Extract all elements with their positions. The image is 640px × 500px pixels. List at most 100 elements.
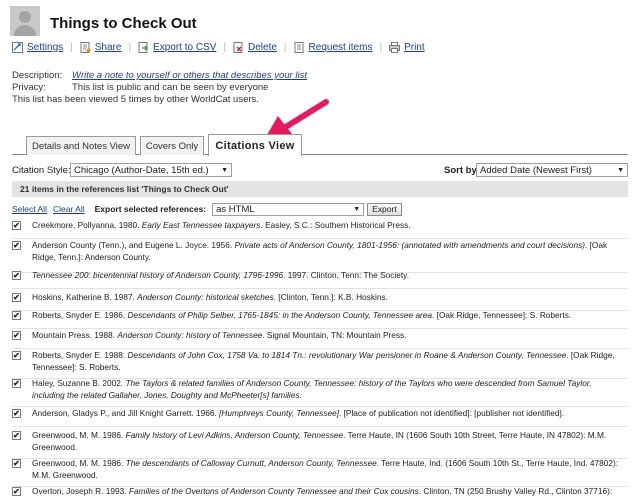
citation-title: Descendants of John Cox, 1758 Va. to 181… [127, 350, 567, 360]
citation-checkbox[interactable]: ✔ [12, 487, 21, 496]
avatar [10, 6, 40, 36]
print-icon [389, 41, 401, 53]
citation-title: [Humphreys County, Tennessee] [219, 408, 340, 418]
citation-segment: Overton, Joseph R. 1993. [32, 486, 129, 496]
tab-citations-view[interactable]: Citations View [208, 134, 302, 156]
delete-link[interactable]: Delete [233, 41, 277, 53]
list-item: ✔ Roberts, Snyder E. 1988. Descendants o… [12, 350, 628, 379]
citation-segment: . Easley, S.C.: Southern Historical Pres… [260, 220, 411, 230]
toolbar-separator: | [128, 41, 132, 53]
request-icon [294, 41, 304, 53]
citation-checkbox[interactable]: ✔ [12, 351, 21, 360]
citation-style-select[interactable]: Chicago (Author-Date, 15th ed.) ▼ [70, 163, 232, 177]
citation-segment: Greenwood, M. M. 1986. [32, 430, 126, 440]
settings-label: Settings [27, 41, 64, 53]
citation-checkbox[interactable]: ✔ [12, 459, 21, 468]
sort-value: Added Date (Newest First) [480, 164, 592, 176]
list-item: ✔ Greenwood, M. M. 1986. The descendants… [12, 458, 628, 487]
share-link[interactable]: Share [80, 41, 122, 53]
clear-all-link[interactable]: Clear All [53, 204, 85, 214]
toolbar-separator: | [283, 41, 287, 53]
settings-icon [12, 41, 23, 53]
list-item: ✔ Anderson County (Tenn.), and Eugene L.… [12, 240, 628, 273]
print-link[interactable]: Print [389, 41, 425, 53]
sort-label: Sort by: [444, 165, 480, 176]
toolbar-separator: | [223, 41, 227, 53]
delete-label: Delete [248, 41, 277, 53]
reference-actions: Select All Clear All Export selected ref… [12, 202, 628, 216]
citation-title: The descendants of Calloway Curnutt, And… [125, 458, 377, 468]
citation-segment: Roberts, Snyder E. 1988. [32, 350, 128, 360]
citation-checkbox[interactable]: ✔ [12, 431, 21, 440]
sort-select[interactable]: Added Date (Newest First) ▼ [476, 163, 628, 177]
citation-text: Greenwood, M. M. 1986. Family history of… [32, 430, 622, 453]
citation-checkbox[interactable]: ✔ [12, 331, 21, 340]
request-items-label: Request items [308, 41, 373, 53]
views-text: This list has been viewed 5 times by oth… [12, 94, 259, 105]
citation-title: Family history of Levi Adkins, Anderson … [125, 430, 344, 440]
export-csv-label: Export to CSV [153, 41, 217, 53]
citation-segment: Haley, Suzanne B. 2002. [32, 378, 126, 388]
citation-text: Tennessee 200: bicentennial history of A… [32, 270, 622, 282]
citation-checkbox[interactable]: ✔ [12, 379, 21, 388]
citation-checkbox[interactable]: ✔ [12, 311, 21, 320]
item-count-bar: 21 items in the references list 'Things … [12, 181, 628, 197]
citation-text: Haley, Suzanne B. 2002. The Taylors & re… [32, 378, 622, 401]
citation-checkbox[interactable]: ✔ [12, 293, 21, 302]
delete-icon [233, 41, 243, 53]
citation-text: Mountain Press. 1988. Anderson County: h… [32, 330, 622, 342]
citation-title: Anderson County: historical sketches [137, 292, 274, 302]
citation-segment: . [Clinton, Tenn.]: K.B. Hoskins. [273, 292, 388, 302]
citation-checkbox[interactable]: ✔ [12, 221, 21, 230]
settings-link[interactable]: Settings [12, 41, 64, 53]
export-label: Export selected references: [94, 204, 207, 214]
share-icon [80, 41, 91, 53]
list-item: ✔ Hoskins, Katherine B. 1987. Anderson C… [12, 292, 628, 311]
list-item: ✔ Overton, Joseph R. 1993. Families of t… [12, 486, 628, 500]
list-toolbar: Settings | Share | Export to CSV | Delet… [12, 40, 425, 54]
citation-segment: . Signal Mountain, TN: Mountain Press. [262, 330, 407, 340]
citation-style-label: Citation Style: [12, 165, 71, 176]
citation-style-value: Chicago (Author-Date, 15th ed.) [74, 164, 209, 176]
privacy-label: Privacy: [12, 82, 46, 93]
citation-checkbox[interactable]: ✔ [12, 241, 21, 250]
citation-text: Roberts, Snyder E. 1986. Descendants of … [32, 310, 622, 322]
list-item: ✔ Tennessee 200: bicentennial history of… [12, 270, 628, 289]
citation-text: Greenwood, M. M. 1986. The descendants o… [32, 458, 622, 481]
chevron-down-icon: ▼ [353, 205, 361, 213]
citation-text: Roberts, Snyder E. 1988. Descendants of … [32, 350, 622, 373]
citation-text: Overton, Joseph R. 1993. Families of the… [32, 486, 622, 498]
tab-covers-only[interactable]: Covers Only [140, 136, 204, 155]
list-item: ✔ Greenwood, M. M. 1986. Family history … [12, 430, 628, 459]
citation-segment: Hoskins, Katherine B. 1987. [32, 292, 138, 302]
citation-segment: . [Place of publication not identified]:… [339, 408, 565, 418]
citation-text: Hoskins, Katherine B. 1987. Anderson Cou… [32, 292, 622, 304]
export-button[interactable]: Export [367, 202, 402, 216]
citation-checkbox[interactable]: ✔ [12, 271, 21, 280]
export-csv-link[interactable]: Export to CSV [138, 41, 217, 53]
toolbar-separator: | [379, 41, 383, 53]
citation-title: Private acts of Anderson County, 1801-19… [234, 240, 585, 250]
citation-segment: Creekmore, Pollyanna. 1980. [32, 220, 142, 230]
citation-segment: . [Oak Ridge, Tennessee]: S. Roberts. [432, 310, 572, 320]
tab-details-and-notes[interactable]: Details and Notes View [26, 136, 136, 155]
citation-text: Anderson County (Tenn.), and Eugene L. J… [32, 240, 622, 263]
list-item: ✔ Mountain Press. 1988. Anderson County:… [12, 330, 628, 349]
export-format-select[interactable]: as HTML ▼ [212, 202, 365, 216]
citation-title: Families of the Overtons of Anderson Cou… [128, 486, 419, 496]
select-all-link[interactable]: Select All [12, 204, 47, 214]
citation-checkbox[interactable]: ✔ [12, 409, 21, 418]
page-title: Things to Check Out [50, 15, 197, 32]
toolbar-separator: | [70, 41, 73, 53]
share-label: Share [94, 41, 122, 53]
chevron-down-icon: ▼ [617, 166, 624, 174]
citation-title: Descendants of Philip Selber, 1765-1845:… [127, 310, 433, 320]
citation-segment: Anderson, Gladys P., and Jill Knight Gar… [32, 408, 220, 418]
print-label: Print [404, 41, 425, 53]
export-icon [138, 41, 148, 53]
citation-controls: Citation Style: Chicago (Author-Date, 15… [12, 163, 628, 179]
citation-title: Anderson County: history of Tennessee [117, 330, 263, 340]
description-edit-link[interactable]: Write a note to yourself or others that … [72, 70, 307, 81]
request-items-link[interactable]: Request items [294, 41, 373, 53]
list-header: Things to Check Out [10, 6, 630, 38]
